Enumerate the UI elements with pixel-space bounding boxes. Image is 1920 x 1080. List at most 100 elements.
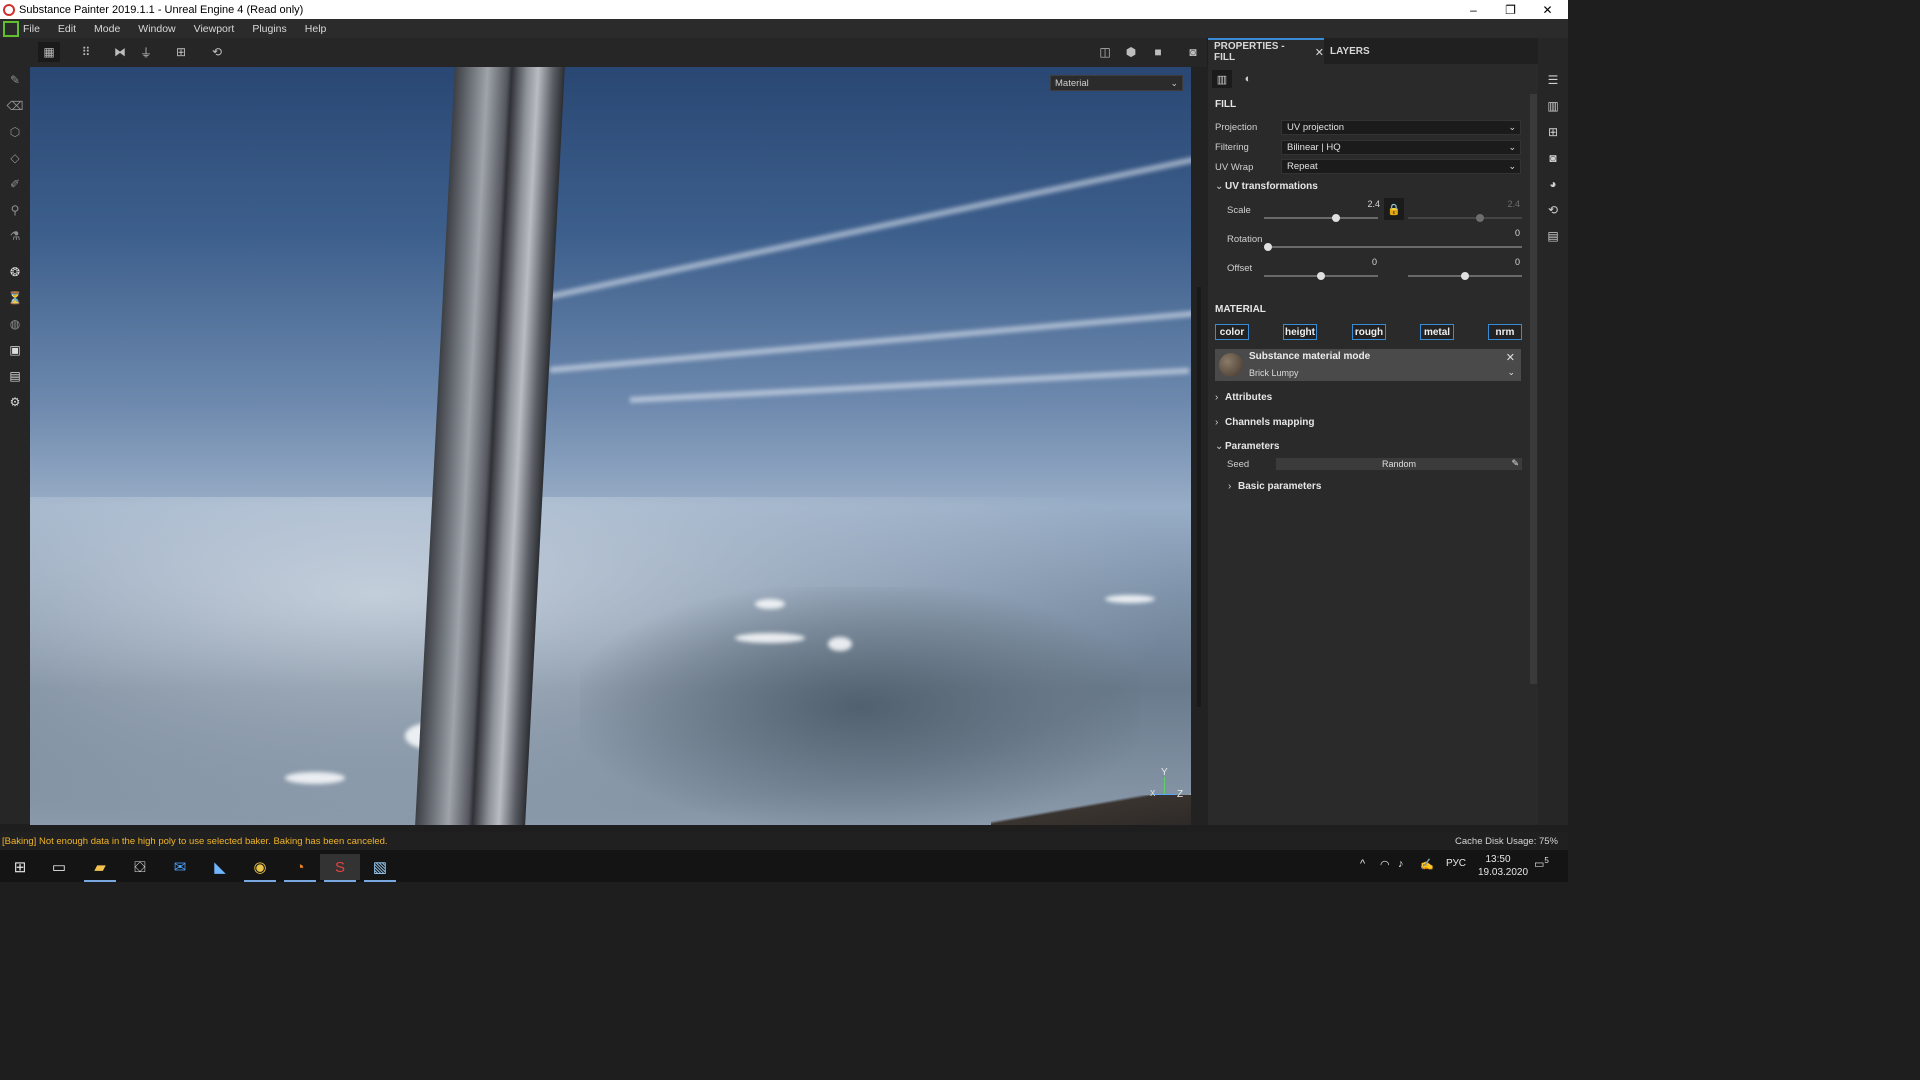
- chrome-icon[interactable]: ◉: [240, 854, 280, 882]
- lock-icon[interactable]: 🔒: [1384, 198, 1404, 220]
- mirror-x-icon[interactable]: ⧓: [109, 42, 131, 62]
- store-icon[interactable]: ⛋: [120, 854, 160, 880]
- eraser-icon[interactable]: ⌫: [7, 98, 24, 114]
- export-icon[interactable]: ▤: [7, 368, 23, 384]
- maximize-button[interactable]: ❐: [1492, 0, 1529, 19]
- channel-rough-button[interactable]: rough: [1352, 324, 1386, 340]
- offset-v-value[interactable]: 0: [1490, 257, 1520, 267]
- menu-plugins[interactable]: Plugins: [243, 23, 295, 35]
- viewport-mode-value: Material: [1055, 77, 1089, 89]
- menu-viewport[interactable]: Viewport: [185, 23, 244, 35]
- 3d-view-icon[interactable]: ⬢: [1120, 42, 1142, 62]
- menu-edit[interactable]: Edit: [49, 23, 85, 35]
- polygon-fill-icon[interactable]: ◇: [7, 150, 23, 166]
- window-title: Substance Painter 2019.1.1 - Unreal Engi…: [19, 3, 304, 16]
- menu-mode[interactable]: Mode: [85, 23, 129, 35]
- camera-icon[interactable]: ■: [1147, 42, 1169, 62]
- projection-select[interactable]: UV projection ⌄: [1281, 120, 1521, 135]
- tab-properties-fill[interactable]: PROPERTIES - FILL ✕: [1208, 38, 1324, 64]
- chevron-down-icon[interactable]: ⌄: [1507, 367, 1515, 378]
- notification-center-icon[interactable]: ▭5: [1534, 856, 1549, 871]
- projection-icon[interactable]: ⬡: [7, 124, 23, 140]
- offset-u-slider-knob[interactable]: [1317, 272, 1325, 280]
- baking-icon[interactable]: ❂: [7, 264, 23, 280]
- start-icon[interactable]: ⊞: [0, 854, 40, 880]
- scale-value[interactable]: 2.4: [1350, 199, 1380, 209]
- channel-color-button[interactable]: color: [1215, 324, 1249, 340]
- selection-grid-icon[interactable]: ▦: [38, 42, 60, 62]
- menu-help[interactable]: Help: [296, 23, 336, 35]
- shader-settings-icon[interactable]: ◕: [1545, 176, 1561, 192]
- close-tab-icon[interactable]: ✕: [1315, 46, 1324, 59]
- tray-chevron-icon[interactable]: ^: [1360, 858, 1365, 870]
- substance-painter-taskbar-icon[interactable]: S: [320, 854, 360, 882]
- task-view-icon[interactable]: ▭: [39, 854, 79, 880]
- seed-field[interactable]: Random ✎: [1276, 458, 1522, 470]
- pen-icon[interactable]: ✍: [1420, 858, 1434, 871]
- tab-layers[interactable]: LAYERS: [1330, 38, 1370, 64]
- blender-icon[interactable]: ◔: [280, 854, 320, 882]
- notepad-icon[interactable]: ▧: [360, 854, 400, 882]
- texture-settings-icon[interactable]: ⊞: [1545, 124, 1561, 140]
- material-sphere-icon[interactable]: ◐: [1238, 70, 1258, 88]
- channel-metal-button[interactable]: metal: [1420, 324, 1454, 340]
- mirror-y-icon[interactable]: ⏚: [135, 42, 157, 62]
- layers-icon[interactable]: ☰: [1545, 72, 1561, 88]
- uvwrap-select[interactable]: Repeat ⌄: [1281, 159, 1521, 174]
- menu-file[interactable]: File: [21, 23, 49, 35]
- history-icon[interactable]: ⟲: [206, 42, 228, 62]
- close-button[interactable]: ✕: [1529, 0, 1566, 19]
- settings-icon[interactable]: ⚙: [7, 394, 23, 410]
- rotation-slider-knob[interactable]: [1264, 243, 1272, 251]
- volume-icon[interactable]: ♪: [1398, 858, 1404, 870]
- history-icon[interactable]: ⟲: [1545, 202, 1561, 218]
- mail-icon[interactable]: ✉: [160, 854, 200, 880]
- app-icon[interactable]: ◣: [200, 854, 240, 880]
- fill-properties-icon[interactable]: ▥: [1212, 70, 1232, 88]
- rotation-value[interactable]: 0: [1490, 228, 1520, 238]
- offset-v-slider-knob[interactable]: [1461, 272, 1469, 280]
- scale-slider-knob[interactable]: [1332, 214, 1340, 222]
- basic-parameters-toggle[interactable]: › Basic parameters: [1228, 481, 1321, 492]
- language-indicator[interactable]: РУС: [1446, 858, 1466, 869]
- panel-scrollbar[interactable]: [1530, 94, 1537, 684]
- clock[interactable]: 13:50 19.03.2020: [1478, 853, 1528, 879]
- clone-stamp-icon[interactable]: ⚲: [7, 202, 23, 218]
- sphere-icon[interactable]: ◍: [7, 316, 23, 332]
- channels-mapping-toggle[interactable]: › Channels mapping: [1215, 417, 1314, 428]
- material-card[interactable]: Substance material mode Brick Lumpy ✕ ⌄: [1215, 349, 1521, 381]
- paint-brush-icon[interactable]: ✎: [7, 72, 23, 88]
- cloud: [828, 637, 852, 651]
- remove-material-icon[interactable]: ✕: [1506, 351, 1515, 364]
- texture-set-icon[interactable]: ▥: [1545, 98, 1561, 114]
- attributes-toggle[interactable]: › Attributes: [1215, 392, 1272, 403]
- scale-slider-track[interactable]: [1264, 217, 1378, 219]
- smudge-icon[interactable]: ✐: [7, 176, 23, 192]
- split-view-icon[interactable]: ◫: [1094, 42, 1116, 62]
- color-picker-icon[interactable]: ⚗: [7, 228, 23, 244]
- parameters-toggle[interactable]: ⌄ Parameters: [1215, 441, 1279, 452]
- minimize-button[interactable]: –: [1455, 0, 1492, 19]
- viewport-mode-select[interactable]: Material ⌄: [1050, 75, 1183, 91]
- menu-window[interactable]: Window: [129, 23, 184, 35]
- tiling-grid-icon[interactable]: ⠿: [75, 42, 97, 62]
- network-icon[interactable]: ◠: [1380, 858, 1390, 871]
- panel-splitter[interactable]: [1191, 67, 1208, 825]
- add-frame-icon[interactable]: ⊞: [170, 42, 192, 62]
- uv-transformations-toggle[interactable]: ⌄ UV transformations: [1215, 181, 1318, 192]
- offset-u-value[interactable]: 0: [1347, 257, 1377, 267]
- filtering-select[interactable]: Bilinear | HQ ⌄: [1281, 140, 1521, 155]
- iray-icon[interactable]: ⏳: [7, 290, 23, 306]
- display-settings-icon[interactable]: ◙: [1545, 150, 1561, 166]
- screenshot-icon[interactable]: ◙: [1182, 42, 1204, 62]
- contrail: [549, 310, 1191, 373]
- channel-height-button[interactable]: height: [1283, 324, 1317, 340]
- photoshop-export-icon[interactable]: ▣: [7, 342, 23, 358]
- log-icon[interactable]: ▤: [1545, 228, 1561, 244]
- splitter-grip[interactable]: [1197, 287, 1201, 707]
- file-explorer-icon[interactable]: ▰: [80, 854, 120, 882]
- 3d-viewport[interactable]: Material ⌄ Y X Z -U: [30, 67, 1191, 825]
- pencil-icon[interactable]: ✎: [1511, 458, 1519, 469]
- rotation-slider-track[interactable]: [1264, 246, 1522, 248]
- channel-nrm-button[interactable]: nrm: [1488, 324, 1522, 340]
